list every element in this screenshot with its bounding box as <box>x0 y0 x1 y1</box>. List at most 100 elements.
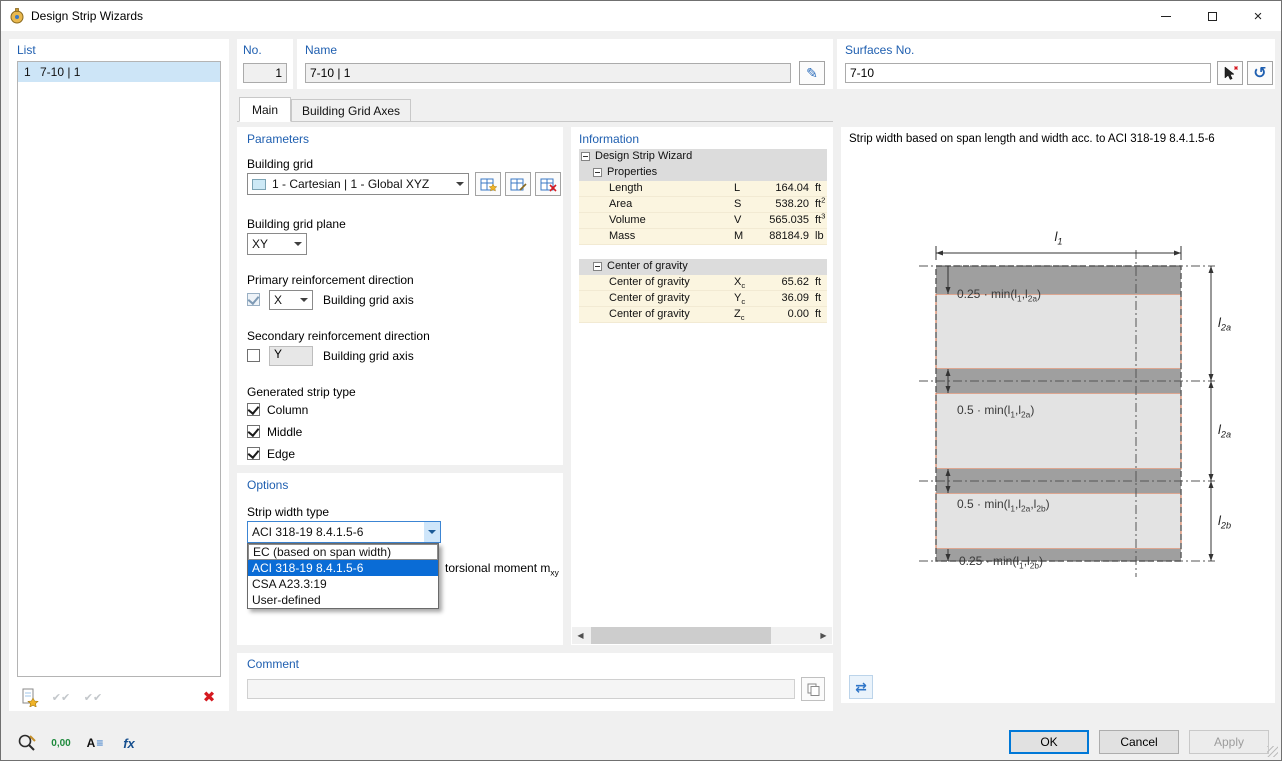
row-symbol: Zc <box>734 308 745 320</box>
select-all-button[interactable]: ✔✔ <box>81 685 105 709</box>
edge-checkbox[interactable] <box>247 447 260 460</box>
info-row-volume: Volume V 565.035 ft3 <box>579 213 827 229</box>
revert-surfaces-button[interactable]: ↺ <box>1247 61 1273 85</box>
strip-width-diagram <box>841 127 1275 703</box>
torsional-moment-label: torsional moment mxy <box>445 561 559 575</box>
copy-icon <box>806 682 820 696</box>
dropdown-option-aci[interactable]: ACI 318-19 8.4.1.5-6 <box>248 560 438 576</box>
collapse-toggle-icon[interactable] <box>593 168 602 177</box>
close-button[interactable]: × <box>1235 1 1281 31</box>
no-field[interactable] <box>243 63 287 83</box>
dropdown-option-user[interactable]: User-defined <box>248 592 438 608</box>
row-symbol: Yc <box>734 292 745 304</box>
undo-icon: ↺ <box>1253 63 1266 83</box>
scroll-left-icon: ◀ <box>577 631 583 640</box>
comment-input[interactable] <box>247 679 795 699</box>
name-field[interactable] <box>305 63 791 83</box>
grid-color-swatch <box>252 179 266 190</box>
info-row-xc: Center of gravity Xc 65.62 ft <box>579 275 827 291</box>
rename-button[interactable]: A ≡ <box>81 730 109 756</box>
info-horizontal-scrollbar: ◀ ▶ <box>572 627 832 644</box>
diagram-panel: Strip width based on span length and wid… <box>841 127 1275 703</box>
building-grid-plane-combo[interactable]: XY <box>247 233 307 255</box>
row-value: 164.04 <box>749 182 809 194</box>
building-grid-value: 1 - Cartesian | 1 - Global XYZ <box>272 177 429 191</box>
info-row-zc: Center of gravity Zc 0.00 ft <box>579 307 827 323</box>
edit-name-button[interactable]: ✎ <box>799 61 825 85</box>
delete-wizard-button[interactable]: ✖ <box>197 685 221 709</box>
combo-arrow-icon <box>296 291 312 309</box>
dimension-l1 <box>936 246 1181 260</box>
list-item[interactable]: 1 7-10 | 1 <box>18 62 220 82</box>
name-label: Name <box>305 43 337 57</box>
info-row-mass: Mass M 88184.9 lb <box>579 229 827 245</box>
strip-label-2: 0.5 · min(l1,l2a) <box>957 403 1034 417</box>
resize-grip[interactable] <box>1267 746 1278 757</box>
scrollbar-track[interactable] <box>589 627 815 644</box>
building-grid-combo[interactable]: 1 - Cartesian | 1 - Global XYZ <box>247 173 469 195</box>
dropdown-option-csa[interactable]: CSA A23.3:19 <box>248 576 438 592</box>
properties-group-label: Properties <box>607 166 657 178</box>
column-checkbox[interactable] <box>247 403 260 416</box>
edit-building-grid-button[interactable] <box>505 172 531 196</box>
comment-copy-button[interactable] <box>801 677 825 701</box>
secondary-direction-checkbox[interactable] <box>247 349 260 362</box>
strip-label-1: 0.25 · min(l1,l2a) <box>957 287 1041 301</box>
new-building-grid-button[interactable] <box>475 172 501 196</box>
maximize-button[interactable] <box>1189 1 1235 31</box>
collapse-toggle-icon[interactable] <box>581 152 590 161</box>
function-button[interactable]: fx <box>115 730 143 756</box>
row-symbol: L <box>734 182 740 194</box>
wizard-list: 1 7-10 | 1 <box>17 61 221 677</box>
collapse-toggle-icon[interactable] <box>593 262 602 271</box>
delete-icon: ✖ <box>203 688 216 706</box>
find-edit-button[interactable] <box>13 730 41 756</box>
units-settings-button[interactable]: 0,00 <box>47 730 75 756</box>
info-row-yc: Center of gravity Yc 36.09 ft <box>579 291 827 307</box>
delete-building-grid-button[interactable] <box>535 172 561 196</box>
double-check-icon: ✔✔ <box>52 691 70 704</box>
options-header: Options <box>247 478 288 492</box>
list-item-name: 7-10 | 1 <box>40 65 80 79</box>
cancel-button[interactable]: Cancel <box>1099 730 1179 754</box>
name-panel: Name ✎ <box>297 39 833 89</box>
primary-axis-combo[interactable]: X <box>269 290 313 310</box>
pick-arrow-icon <box>1222 65 1238 81</box>
tab-building-grid-axes[interactable]: Building Grid Axes <box>291 99 411 122</box>
info-row-area: Area S 538.20 ft2 <box>579 197 827 213</box>
new-wizard-button[interactable] <box>17 685 41 709</box>
apply-to-all-button[interactable]: ✔✔ <box>49 685 73 709</box>
list-item-no: 1 <box>24 65 40 79</box>
select-surfaces-button[interactable] <box>1217 61 1243 85</box>
minimize-button[interactable] <box>1143 1 1189 31</box>
diagram-display-settings-button[interactable]: ⇄ <box>849 675 873 699</box>
dim-label-l1: l1 <box>936 229 1181 244</box>
apply-button[interactable]: Apply <box>1189 730 1269 754</box>
middle-checkbox[interactable] <box>247 425 260 438</box>
row-value: 538.20 <box>749 198 809 210</box>
strip-width-type-dropdown: EC (based on span width) ACI 318-19 8.4.… <box>247 543 439 609</box>
generated-strip-type-label: Generated strip type <box>247 385 356 399</box>
strip-width-type-combo[interactable]: ACI 318-19 8.4.1.5-6 <box>247 521 441 543</box>
ok-button[interactable]: OK <box>1009 730 1089 754</box>
dropdown-option-ec[interactable]: EC (based on span width) <box>248 544 438 560</box>
row-value: 36.09 <box>749 292 809 304</box>
row-label: Center of gravity <box>609 292 690 304</box>
row-unit: ft <box>815 308 821 320</box>
tab-main[interactable]: Main <box>239 97 291 122</box>
pencil-icon: ✎ <box>806 65 818 82</box>
primary-axis-value: X <box>274 293 282 307</box>
surfaces-field[interactable] <box>845 63 1211 83</box>
tab-building-grid-axes-label: Building Grid Axes <box>302 104 400 118</box>
scroll-right-button[interactable]: ▶ <box>815 627 832 644</box>
comment-panel: Comment <box>237 653 833 711</box>
primary-direction-checkbox[interactable] <box>247 293 260 306</box>
row-label: Center of gravity <box>609 276 690 288</box>
tab-main-label: Main <box>252 103 278 117</box>
scroll-left-button[interactable]: ◀ <box>572 627 589 644</box>
scrollbar-thumb[interactable] <box>591 627 771 644</box>
row-symbol: V <box>734 214 741 226</box>
cog-group-label: Center of gravity <box>607 260 688 272</box>
row-label: Area <box>609 198 632 210</box>
row-unit: lb <box>815 230 824 242</box>
